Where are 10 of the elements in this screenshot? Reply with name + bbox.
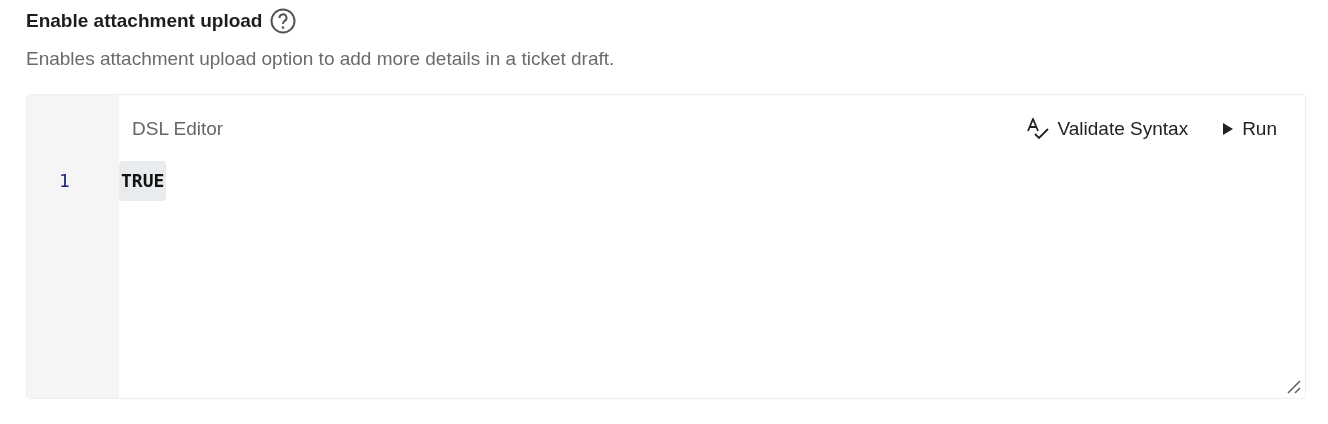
- resize-handle-icon[interactable]: [1287, 380, 1301, 394]
- editor-title: DSL Editor: [132, 118, 224, 140]
- help-icon[interactable]: [270, 8, 297, 34]
- run-button[interactable]: Run: [1222, 118, 1277, 140]
- spellcheck-icon: [1025, 118, 1050, 140]
- setting-title: Enable attachment upload: [26, 10, 263, 32]
- setting-description: Enables attachment upload option to add more details in a ticket draft.: [26, 48, 616, 71]
- validate-button[interactable]: Validate Syntax: [1025, 118, 1189, 140]
- play-icon: [1222, 122, 1235, 136]
- line-number: 1: [59, 169, 71, 193]
